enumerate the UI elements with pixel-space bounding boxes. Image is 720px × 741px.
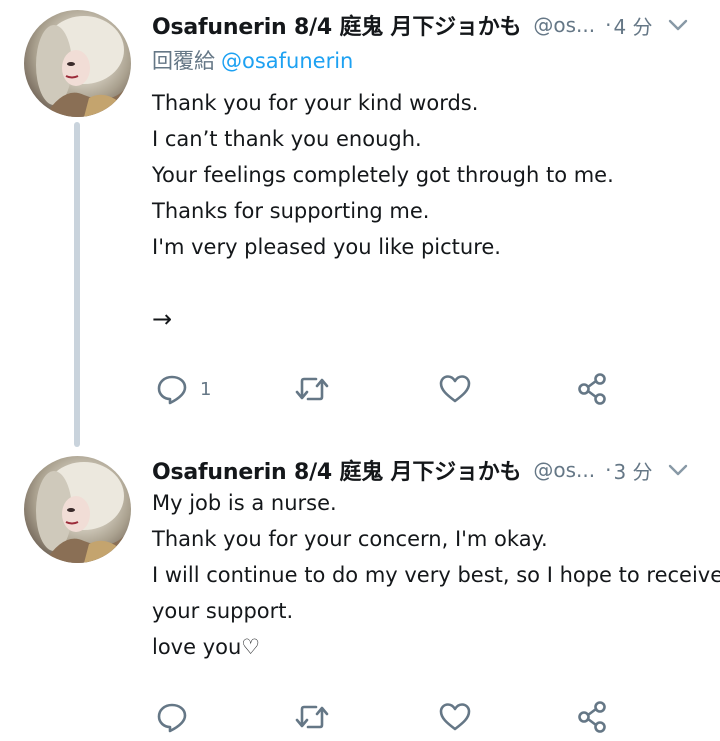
like-button[interactable]	[438, 697, 472, 737]
reply-to-context: 回覆給 @osafunerin	[152, 45, 353, 75]
separator-dot: ·	[605, 13, 612, 37]
share-icon	[578, 373, 606, 405]
reply-mention-link[interactable]: @osafunerin	[221, 49, 353, 73]
tweet-text-line: I will continue to do my very best, so I…	[152, 563, 720, 587]
tweet-text-line: love you♡	[152, 635, 261, 659]
tweet-text-line: Thank you for your kind words.	[152, 91, 479, 115]
avatar-image	[36, 462, 131, 563]
retweet-button[interactable]	[294, 369, 330, 409]
timestamp[interactable]: 3 分	[613, 456, 652, 485]
chevron-down-icon[interactable]	[666, 13, 690, 37]
reply-to-label: 回覆給	[152, 49, 215, 73]
tweet-text-line: your support.	[152, 599, 294, 623]
tweet-text: My job is a nurse. Thank you for your co…	[152, 485, 720, 665]
timestamp[interactable]: 4 分	[613, 11, 652, 40]
thread-connector-line	[74, 122, 80, 447]
share-button[interactable]	[576, 369, 610, 409]
arrow-symbol: →	[152, 305, 173, 333]
username-handle[interactable]: @os...	[533, 13, 595, 37]
heart-icon	[439, 703, 471, 731]
tweet[interactable]: Osafunerin 8/4 庭鬼 月下ジョかも @os... · 3 分 My…	[0, 440, 720, 741]
reply-count: 1	[200, 378, 212, 400]
tweet-text-line: My job is a nurse.	[152, 491, 337, 515]
tweet-text-line: Thanks for supporting me.	[152, 199, 430, 223]
reply-button[interactable]: 1	[156, 369, 211, 409]
share-button[interactable]	[576, 697, 610, 737]
retweet-icon	[295, 377, 329, 401]
retweet-icon	[295, 705, 329, 729]
tweet-header: Osafunerin 8/4 庭鬼 月下ジョかも @os... · 4 分	[152, 7, 700, 43]
tweet-text-line: Your feelings completely got through to …	[152, 163, 614, 187]
tweet-actions: 1	[152, 369, 622, 409]
display-name[interactable]: Osafunerin 8/4 庭鬼 月下ジョかも	[152, 454, 522, 486]
tweet[interactable]: Osafunerin 8/4 庭鬼 月下ジョかも @os... · 4 分 回覆…	[0, 0, 720, 447]
chevron-down-icon[interactable]	[666, 458, 690, 482]
share-icon	[578, 701, 606, 733]
reply-icon	[157, 703, 187, 733]
reply-icon	[157, 375, 187, 405]
username-handle[interactable]: @os...	[533, 458, 595, 482]
tweet-text-line: I can’t thank you enough.	[152, 127, 422, 151]
display-name[interactable]: Osafunerin 8/4 庭鬼 月下ジョかも	[152, 9, 522, 41]
like-button[interactable]	[438, 369, 472, 409]
tweet-text-line: I'm very pleased you like picture.	[152, 235, 501, 259]
tweet-header: Osafunerin 8/4 庭鬼 月下ジョかも @os... · 3 分	[152, 452, 700, 488]
heart-icon	[439, 375, 471, 403]
separator-dot: ·	[605, 458, 612, 482]
tweet-text: Thank you for your kind words. I can’t t…	[152, 85, 700, 337]
tweet-actions	[152, 697, 622, 737]
retweet-button[interactable]	[294, 697, 330, 737]
avatar[interactable]	[24, 456, 131, 563]
avatar[interactable]	[24, 10, 131, 117]
tweet-text-line: Thank you for your concern, I'm okay.	[152, 527, 548, 551]
reply-button[interactable]	[156, 697, 188, 737]
avatar-image	[36, 16, 131, 117]
